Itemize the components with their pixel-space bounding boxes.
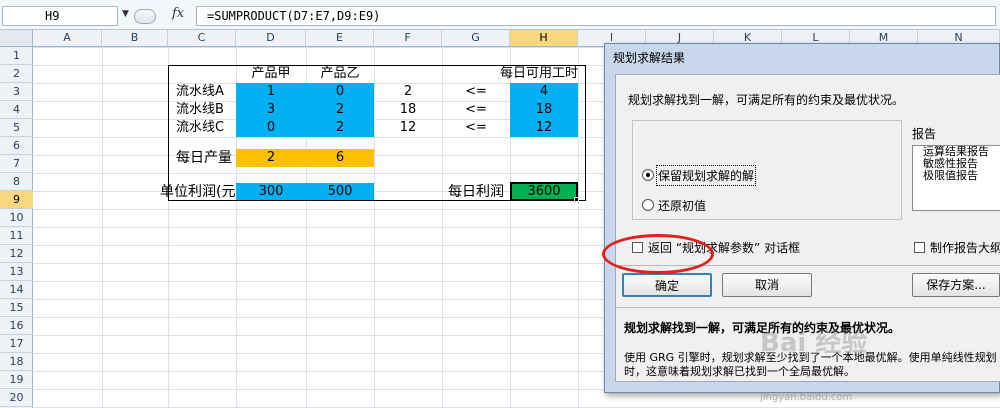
name-box[interactable]: H9 [2,6,118,26]
column-header-a[interactable]: A [33,30,102,46]
cancel-button[interactable]: 取消 [722,273,812,297]
chevron-down-icon[interactable]: ▼ [122,9,129,19]
row-header-9[interactable]: 9 [0,191,33,209]
outline-reports-label[interactable]: 制作报告大纲 [930,239,1000,256]
row-header-15[interactable]: 15 [0,299,33,317]
reports-listbox[interactable]: 运算结果报告 敏感性报告 极限值报告 [912,145,1000,211]
divider [616,307,1000,308]
status-detail-line-2: 时，这意味着规划求解已找到一个全局最优解。 [624,365,855,378]
highlight-circle [602,234,714,274]
excel-window: H9 ▼ fx =SUMPRODUCT(D7:E7,D9:E9) A B C D… [0,0,1000,408]
ok-button[interactable]: 确定 [622,273,712,297]
row-header-11[interactable]: 11 [0,227,33,245]
restore-values-radio[interactable] [642,199,654,211]
table-border [168,65,586,201]
solver-found-message: 规划求解找到一解，可满足所有的约束及最优状况。 [628,93,905,107]
column-header-e[interactable]: E [306,30,374,46]
active-cell-outline [510,182,578,201]
row-header-2[interactable]: 2 [0,65,33,83]
reports-label: 报告 [912,127,937,141]
row-header-bar: 1 2 3 4 5 6 7 8 9 10 11 12 13 14 15 16 1… [0,47,33,408]
column-header-g[interactable]: G [442,30,510,46]
insert-function-icon[interactable]: fx [172,6,184,21]
restore-values-label[interactable]: 还原初值 [658,197,706,214]
row-header-4[interactable]: 4 [0,101,33,119]
outline-reports-checkbox[interactable] [914,242,925,253]
grid-line [102,47,103,408]
row-header-13[interactable]: 13 [0,263,33,281]
row-header-10[interactable]: 10 [0,209,33,227]
row-header-8[interactable]: 8 [0,173,33,191]
row-header-1[interactable]: 1 [0,47,33,65]
keep-solution-radio[interactable] [642,169,654,181]
column-header-b[interactable]: B [102,30,168,46]
row-header-14[interactable]: 14 [0,281,33,299]
column-header-d[interactable]: D [236,30,306,46]
column-header-f[interactable]: F [374,30,442,46]
row-header-5[interactable]: 5 [0,119,33,137]
row-header-20[interactable]: 20 [0,389,33,407]
watermark: Bai 经验 [760,328,868,358]
fill-handle[interactable] [574,197,579,202]
dialog-title: 规划求解结果 [613,51,686,65]
row-header-3[interactable]: 3 [0,83,33,101]
keep-solution-label[interactable]: 保留规划求解的解 [655,165,757,186]
watermark-url: jingyan.baidu.com [760,392,853,403]
select-all-corner[interactable] [0,30,33,46]
save-scenario-button[interactable]: 保存方案... [912,273,1000,297]
formula-bar: H9 ▼ fx =SUMPRODUCT(D7:E7,D9:E9) [0,0,1000,30]
row-header-6[interactable]: 6 [0,137,33,155]
formula-bar-resize-handle[interactable] [134,9,156,24]
row-header-19[interactable]: 19 [0,371,33,389]
report-item[interactable]: 极限值报告 [913,170,1000,182]
row-header-7[interactable]: 7 [0,155,33,173]
row-header-12[interactable]: 12 [0,245,33,263]
row-header-16[interactable]: 16 [0,317,33,335]
row-header-18[interactable]: 18 [0,353,33,371]
column-header-c[interactable]: C [168,30,236,46]
row-header-17[interactable]: 17 [0,335,33,353]
formula-input[interactable]: =SUMPRODUCT(D7:E7,D9:E9) [196,6,996,26]
column-header-h[interactable]: H [510,30,578,46]
